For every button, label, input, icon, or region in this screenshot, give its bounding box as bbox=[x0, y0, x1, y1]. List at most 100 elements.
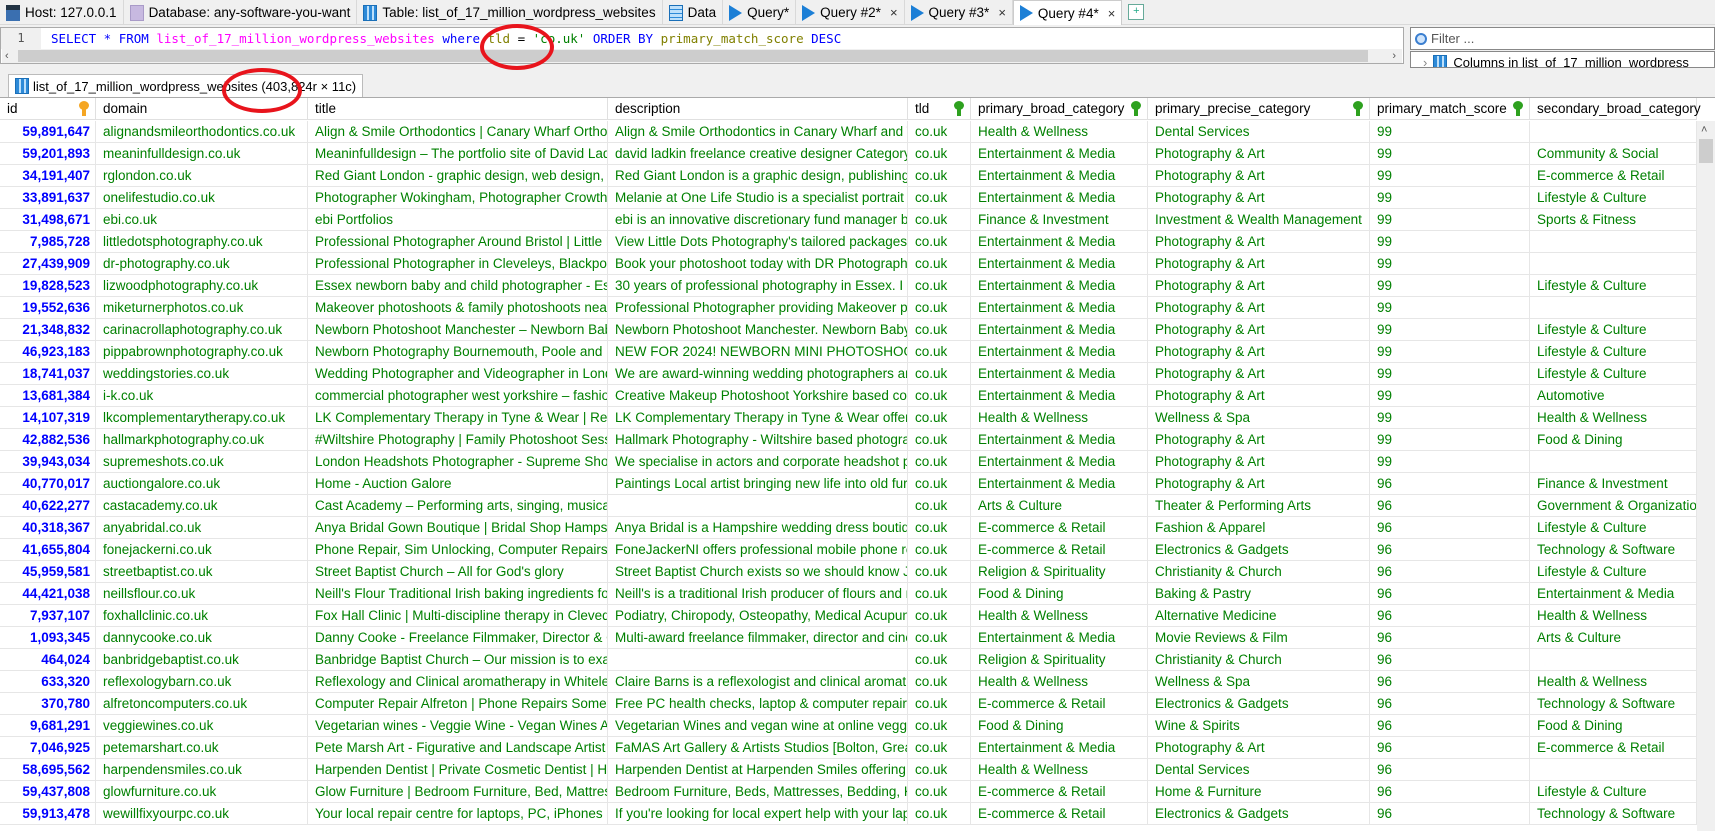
cell-primary-match-score[interactable]: 99 bbox=[1370, 407, 1530, 429]
cell-primary-precise-category[interactable]: Photography & Art bbox=[1148, 363, 1370, 385]
cell-id[interactable]: 7,985,728 bbox=[0, 231, 96, 253]
cell-title[interactable]: commercial photographer west yorkshire –… bbox=[308, 385, 608, 407]
cell-primary-match-score[interactable]: 96 bbox=[1370, 671, 1530, 693]
cell-primary-broad-category[interactable]: Health & Wellness bbox=[971, 121, 1148, 143]
table-row[interactable]: 19,828,523 lizwoodphotography.co.uk Essex … bbox=[0, 275, 1697, 297]
cell-primary-broad-category[interactable]: Finance & Investment bbox=[971, 209, 1148, 231]
cell-secondary-broad-category[interactable]: Finance & Investment bbox=[1530, 473, 1697, 495]
cell-primary-match-score[interactable]: 96 bbox=[1370, 605, 1530, 627]
cell-id[interactable]: 18,741,037 bbox=[0, 363, 96, 385]
table-row[interactable]: 9,681,291 veggiewines.co.uk Vegetarian win… bbox=[0, 715, 1697, 737]
cell-primary-broad-category[interactable]: Entertainment & Media bbox=[971, 253, 1148, 275]
cell-secondary-broad-category[interactable] bbox=[1530, 297, 1697, 319]
cell-primary-broad-category[interactable]: E-commerce & Retail bbox=[971, 781, 1148, 803]
sql-text[interactable]: SELECT * FROM list_of_17_million_wordpre… bbox=[51, 28, 841, 49]
cell-id[interactable]: 633,320 bbox=[0, 671, 96, 693]
filter-input[interactable]: Filter ... bbox=[1410, 27, 1715, 50]
table-row[interactable]: 42,882,536 hallmarkphotography.co.uk #Wilt… bbox=[0, 429, 1697, 451]
cell-title[interactable]: #Wiltshire Photography | Family Photosho… bbox=[308, 429, 608, 451]
cell-primary-broad-category[interactable]: Religion & Spirituality bbox=[971, 649, 1148, 671]
columns-tree[interactable]: › Columns in list_of_17_million_wordpres… bbox=[1410, 51, 1715, 68]
cell-secondary-broad-category[interactable]: Entertainment & Media bbox=[1530, 583, 1697, 605]
table-row[interactable]: 14,107,319 lkcomplementarytherapy.co.uk LK… bbox=[0, 407, 1697, 429]
cell-secondary-broad-category[interactable]: Food & Dining bbox=[1530, 715, 1697, 737]
cell-description[interactable]: We specialise in actors and corporate he… bbox=[608, 451, 908, 473]
cell-secondary-broad-category[interactable]: Lifestyle & Culture bbox=[1530, 341, 1697, 363]
cell-domain[interactable]: dannycooke.co.uk bbox=[96, 627, 308, 649]
table-row[interactable]: 33,891,637 onelifestudio.co.uk Photographe… bbox=[0, 187, 1697, 209]
vertical-scrollbar[interactable]: ˄ bbox=[1697, 121, 1715, 831]
result-tab[interactable]: list_of_17_million_wordpress_websites (4… bbox=[8, 74, 364, 97]
cell-title[interactable]: Align & Smile Orthodontics | Canary Whar… bbox=[308, 121, 608, 143]
column-header-primary-precise-category[interactable]: primary_precise_category bbox=[1148, 98, 1370, 120]
cell-primary-broad-category[interactable]: Entertainment & Media bbox=[971, 737, 1148, 759]
cell-description[interactable]: Red Giant London is a graphic design, pu… bbox=[608, 165, 908, 187]
cell-domain[interactable]: neillsflour.co.uk bbox=[96, 583, 308, 605]
cell-primary-precise-category[interactable]: Wellness & Spa bbox=[1148, 407, 1370, 429]
cell-domain[interactable]: rglondon.co.uk bbox=[96, 165, 308, 187]
cell-primary-precise-category[interactable]: Photography & Art bbox=[1148, 275, 1370, 297]
cell-primary-broad-category[interactable]: E-commerce & Retail bbox=[971, 803, 1148, 825]
cell-primary-match-score[interactable]: 99 bbox=[1370, 143, 1530, 165]
table-row[interactable]: 7,985,728 littledotsphotography.co.uk Prof… bbox=[0, 231, 1697, 253]
cell-description[interactable]: 30 years of professional photography in … bbox=[608, 275, 908, 297]
table-row[interactable]: 7,937,107 foxhallclinic.co.uk Fox Hall Cli… bbox=[0, 605, 1697, 627]
cell-primary-broad-category[interactable]: Entertainment & Media bbox=[971, 429, 1148, 451]
cell-primary-match-score[interactable]: 99 bbox=[1370, 231, 1530, 253]
cell-tld[interactable]: co.uk bbox=[908, 605, 971, 627]
cell-id[interactable]: 40,770,017 bbox=[0, 473, 96, 495]
table-row[interactable]: 13,681,384 i-k.co.uk commercial photograph… bbox=[0, 385, 1697, 407]
cell-id[interactable]: 42,882,536 bbox=[0, 429, 96, 451]
results-grid[interactable]: id domain title description tld primary_broad… bbox=[0, 97, 1715, 831]
cell-domain[interactable]: carinacrollaphotography.co.uk bbox=[96, 319, 308, 341]
cell-title[interactable]: Computer Repair Alfreton | Phone Repairs… bbox=[308, 693, 608, 715]
table-row[interactable]: 46,923,183 pippabrownphotography.co.uk New… bbox=[0, 341, 1697, 363]
cell-title[interactable]: Pete Marsh Art - Figurative and Landscap… bbox=[308, 737, 608, 759]
cell-primary-broad-category[interactable]: Entertainment & Media bbox=[971, 385, 1148, 407]
cell-tld[interactable]: co.uk bbox=[908, 803, 971, 825]
cell-primary-match-score[interactable]: 99 bbox=[1370, 385, 1530, 407]
cell-secondary-broad-category[interactable]: E-commerce & Retail bbox=[1530, 737, 1697, 759]
cell-primary-precise-category[interactable]: Photography & Art bbox=[1148, 319, 1370, 341]
table-row[interactable]: 41,655,804 fonejackerni.co.uk Phone Repair… bbox=[0, 539, 1697, 561]
cell-description[interactable]: We are award-winning wedding photographe… bbox=[608, 363, 908, 385]
cell-secondary-broad-category[interactable]: Technology & Software bbox=[1530, 539, 1697, 561]
cell-primary-broad-category[interactable]: Arts & Culture bbox=[971, 495, 1148, 517]
column-header-primary-broad-category[interactable]: primary_broad_category bbox=[971, 98, 1148, 120]
cell-primary-match-score[interactable]: 96 bbox=[1370, 781, 1530, 803]
column-header-title[interactable]: title bbox=[308, 98, 608, 120]
sql-editor[interactable]: 1 SELECT * FROM list_of_17_million_wordp… bbox=[0, 27, 1404, 64]
cell-primary-match-score[interactable]: 99 bbox=[1370, 341, 1530, 363]
cell-title[interactable]: Wedding Photographer and Videographer in… bbox=[308, 363, 608, 385]
cell-primary-precise-category[interactable]: Dental Services bbox=[1148, 121, 1370, 143]
cell-primary-match-score[interactable]: 96 bbox=[1370, 693, 1530, 715]
cell-secondary-broad-category[interactable]: Lifestyle & Culture bbox=[1530, 517, 1697, 539]
cell-domain[interactable]: littledotsphotography.co.uk bbox=[96, 231, 308, 253]
cell-title[interactable]: Essex newborn baby and child photographe… bbox=[308, 275, 608, 297]
close-icon[interactable]: × bbox=[890, 5, 898, 20]
cell-domain[interactable]: alignandsmileorthodontics.co.uk bbox=[96, 121, 308, 143]
cell-tld[interactable]: co.uk bbox=[908, 253, 971, 275]
cell-title[interactable]: London Headshots Photographer - Supreme … bbox=[308, 451, 608, 473]
close-icon[interactable]: × bbox=[1108, 6, 1116, 21]
cell-id[interactable]: 464,024 bbox=[0, 649, 96, 671]
cell-primary-precise-category[interactable]: Theater & Performing Arts bbox=[1148, 495, 1370, 517]
cell-primary-broad-category[interactable]: Entertainment & Media bbox=[971, 275, 1148, 297]
table-row[interactable]: 31,498,671 ebi.co.uk ebi Portfolios ebi is … bbox=[0, 209, 1697, 231]
table-row[interactable]: 464,024 banbridgebaptist.co.uk Banbridge B… bbox=[0, 649, 1697, 671]
cell-secondary-broad-category[interactable]: E-commerce & Retail bbox=[1530, 165, 1697, 187]
cell-secondary-broad-category[interactable] bbox=[1530, 759, 1697, 781]
table-row[interactable]: 40,770,017 auctiongalore.co.uk Home - Auct… bbox=[0, 473, 1697, 495]
cell-secondary-broad-category[interactable]: Technology & Software bbox=[1530, 693, 1697, 715]
cell-primary-match-score[interactable]: 99 bbox=[1370, 319, 1530, 341]
table-row[interactable]: 370,780 alfretoncomputers.co.uk Computer R… bbox=[0, 693, 1697, 715]
cell-secondary-broad-category[interactable]: Health & Wellness bbox=[1530, 407, 1697, 429]
cell-primary-match-score[interactable]: 96 bbox=[1370, 539, 1530, 561]
cell-id[interactable]: 59,437,808 bbox=[0, 781, 96, 803]
cell-tld[interactable]: co.uk bbox=[908, 495, 971, 517]
table-row[interactable]: 59,437,808 glowfurniture.co.uk Glow Furnit… bbox=[0, 781, 1697, 803]
cell-primary-match-score[interactable]: 96 bbox=[1370, 473, 1530, 495]
cell-primary-match-score[interactable]: 96 bbox=[1370, 627, 1530, 649]
cell-id[interactable]: 59,913,478 bbox=[0, 803, 96, 825]
cell-description[interactable]: Multi-award freelance filmmaker, directo… bbox=[608, 627, 908, 649]
